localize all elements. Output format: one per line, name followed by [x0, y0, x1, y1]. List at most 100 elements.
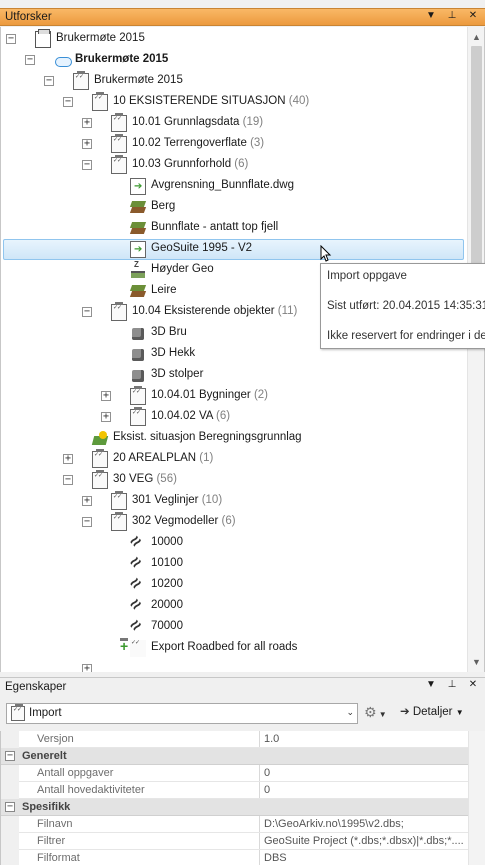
tree-item[interactable]: 10000	[1, 533, 467, 554]
panel-menu-dropdown-icon[interactable]: ▼	[425, 679, 437, 690]
collapse-icon[interactable]: −	[63, 97, 73, 107]
details-label: Detaljer	[412, 706, 453, 718]
tree-item-text: 302 Vegmodeller	[132, 515, 219, 527]
property-name: Filformat	[37, 852, 80, 864]
expand-icon[interactable]: +	[101, 412, 111, 422]
expand-icon[interactable]: +	[101, 391, 111, 401]
property-row[interactable]: Versjon 1.0	[1, 731, 469, 748]
tree-item[interactable]: 20000	[1, 596, 467, 617]
scroll-up-icon[interactable]: ▲	[468, 29, 484, 45]
tree-item[interactable]: − 10 EKSISTERENDE SITUASJON (40)	[1, 92, 467, 113]
task-folder-icon	[73, 71, 89, 90]
close-icon[interactable]: ✕	[467, 679, 479, 690]
property-category-name: Spesifikk	[22, 801, 71, 813]
collapse-icon[interactable]: −	[25, 55, 35, 65]
tree-item[interactable]: +10.02 Terrengoverflate (3)	[1, 134, 467, 155]
tree-item-label: Eksist. situasjon Beregningsgrunnlag	[113, 431, 302, 443]
tree-item-text: 10000	[151, 536, 183, 548]
tree-item[interactable]: +10.04.02 VA (6)	[1, 407, 467, 428]
tree-item[interactable]: − 302 Vegmodeller (6)	[1, 512, 467, 533]
details-button[interactable]: ➔ Detaljer ▼	[400, 704, 480, 723]
tree-item[interactable]: Avgrensning_Bunnflate.dwg	[1, 176, 467, 197]
collapse-icon[interactable]: −	[82, 160, 92, 170]
collapse-icon[interactable]: −	[63, 475, 73, 485]
tree-item[interactable]: +20 AREALPLAN (1)	[1, 449, 467, 470]
close-icon[interactable]: ✕	[467, 10, 479, 21]
properties-toolbar: Import ⌄ ⚙ ▼ ➔ Detaljer ▼	[0, 698, 485, 728]
task-folder-icon	[92, 449, 108, 468]
tree-item[interactable]: − 30 VEG (56)	[1, 470, 467, 491]
property-grid[interactable]: Versjon 1.0− Generelt Antall oppgaver 0 Antal…	[0, 731, 485, 865]
surface-layers-icon	[130, 220, 146, 237]
tree-item-text: Eksist. situasjon Beregningsgrunnlag	[113, 431, 302, 443]
panel-menu-dropdown-icon[interactable]: ▼	[425, 10, 437, 21]
collapse-icon[interactable]: −	[5, 751, 15, 761]
tree-item-text: Berg	[151, 200, 176, 212]
tree-item-text: 3D Hekk	[151, 347, 196, 359]
tree-item[interactable]: 10100	[1, 554, 467, 575]
tree-item[interactable]: GeoSuite 1995 - V2	[1, 239, 467, 260]
property-value[interactable]: GeoSuite Project (*.dbs;*.dbsx)|*.dbs;*.…	[259, 833, 469, 849]
collapse-icon[interactable]: −	[82, 307, 92, 317]
tree-item[interactable]: − 10.03 Grunnforhold (6)	[1, 155, 467, 176]
tree-item[interactable]: − Brukermøte 2015	[1, 29, 467, 50]
tree-item[interactable]: − Brukermøte 2015	[1, 50, 467, 71]
tree-item[interactable]: +10.04.01 Bygninger (2)	[1, 386, 467, 407]
property-category[interactable]: − Spesifikk	[1, 799, 469, 816]
property-value[interactable]: 1.0	[259, 731, 469, 747]
tree-item[interactable]: − Brukermøte 2015	[1, 71, 467, 92]
tree-item[interactable]: Bunnflate - antatt top fjell	[1, 218, 467, 239]
tree-item-label: 10.01 Grunnlagsdata (19)	[132, 116, 263, 128]
pin-icon[interactable]: ⊥	[446, 10, 458, 21]
property-row[interactable]: Filtrer GeoSuite Project (*.dbs;*.dbsx)|*…	[1, 833, 469, 850]
object-selector-dropdown[interactable]: Import ⌄	[6, 703, 358, 724]
property-category[interactable]: − Generelt	[1, 748, 469, 765]
task-folder-icon	[92, 92, 108, 111]
tree-item-label: 10 EKSISTERENDE SITUASJON (40)	[113, 95, 309, 107]
tree-item[interactable]: 10200	[1, 575, 467, 596]
tree-item[interactable]: +10.01 Grunnlagsdata (19)	[1, 113, 467, 134]
chevron-down-icon: ⌄	[346, 707, 354, 717]
gear-icon: ⚙	[364, 704, 377, 720]
tree-item-text: 10200	[151, 578, 183, 590]
explorer-tree[interactable]: − Brukermøte 2015 − Brukermøte 2015 − Brukerm…	[0, 27, 485, 672]
collapse-icon[interactable]: −	[82, 517, 92, 527]
property-value[interactable]: 0	[259, 782, 469, 798]
property-grid-scrollbar[interactable]	[468, 731, 485, 865]
tree-item[interactable]: 70000	[1, 617, 467, 638]
expand-icon[interactable]: +	[82, 139, 92, 149]
surface-layers-icon	[130, 283, 146, 300]
tree-item[interactable]: Eksist. situasjon Beregningsgrunnlag	[1, 428, 467, 449]
property-value[interactable]: 0	[259, 765, 469, 781]
settings-gear-button[interactable]: ⚙ ▼	[364, 704, 394, 723]
property-row[interactable]: Antall oppgaver 0	[1, 765, 469, 782]
expand-icon[interactable]: +	[82, 664, 92, 672]
tree-item[interactable]: Berg	[1, 197, 467, 218]
property-row[interactable]: Filnavn D:\GeoArkiv.no\1995\v2.dbs;	[1, 816, 469, 833]
scrollbar-thumb[interactable]	[471, 46, 482, 296]
expand-icon[interactable]: +	[82, 118, 92, 128]
expand-icon[interactable]: +	[82, 496, 92, 506]
collapse-icon[interactable]: −	[5, 802, 15, 812]
property-value[interactable]: DBS	[259, 850, 469, 865]
tree-item-label: 301 Veglinjer (10)	[132, 494, 222, 506]
task-folder-icon	[111, 134, 127, 153]
task-folder-icon	[111, 113, 127, 132]
road-model-icon	[130, 535, 146, 552]
tree-item-label: Leire	[151, 284, 177, 296]
expand-icon[interactable]: +	[63, 454, 73, 464]
pin-icon[interactable]: ⊥	[446, 679, 458, 690]
tree-item[interactable]: Export Roadbed for all roads	[1, 638, 467, 659]
property-row[interactable]: Filformat DBS	[1, 850, 469, 865]
collapse-icon[interactable]: −	[6, 34, 16, 44]
scroll-down-icon[interactable]: ▼	[468, 654, 484, 670]
tree-item[interactable]: 3D stolper	[1, 365, 467, 386]
tree-item-text: 3D Bru	[151, 326, 187, 338]
property-name: Filtrer	[37, 835, 66, 847]
tree-item-count: (6)	[212, 410, 231, 422]
tree-vertical-scrollbar[interactable]: ▲ ▼	[467, 27, 484, 672]
tree-item[interactable]: +301 Veglinjer (10)	[1, 491, 467, 512]
property-row[interactable]: Antall hovedaktiviteter 0	[1, 782, 469, 799]
property-value[interactable]: D:\GeoArkiv.no\1995\v2.dbs;	[259, 816, 469, 832]
collapse-icon[interactable]: −	[44, 76, 54, 86]
